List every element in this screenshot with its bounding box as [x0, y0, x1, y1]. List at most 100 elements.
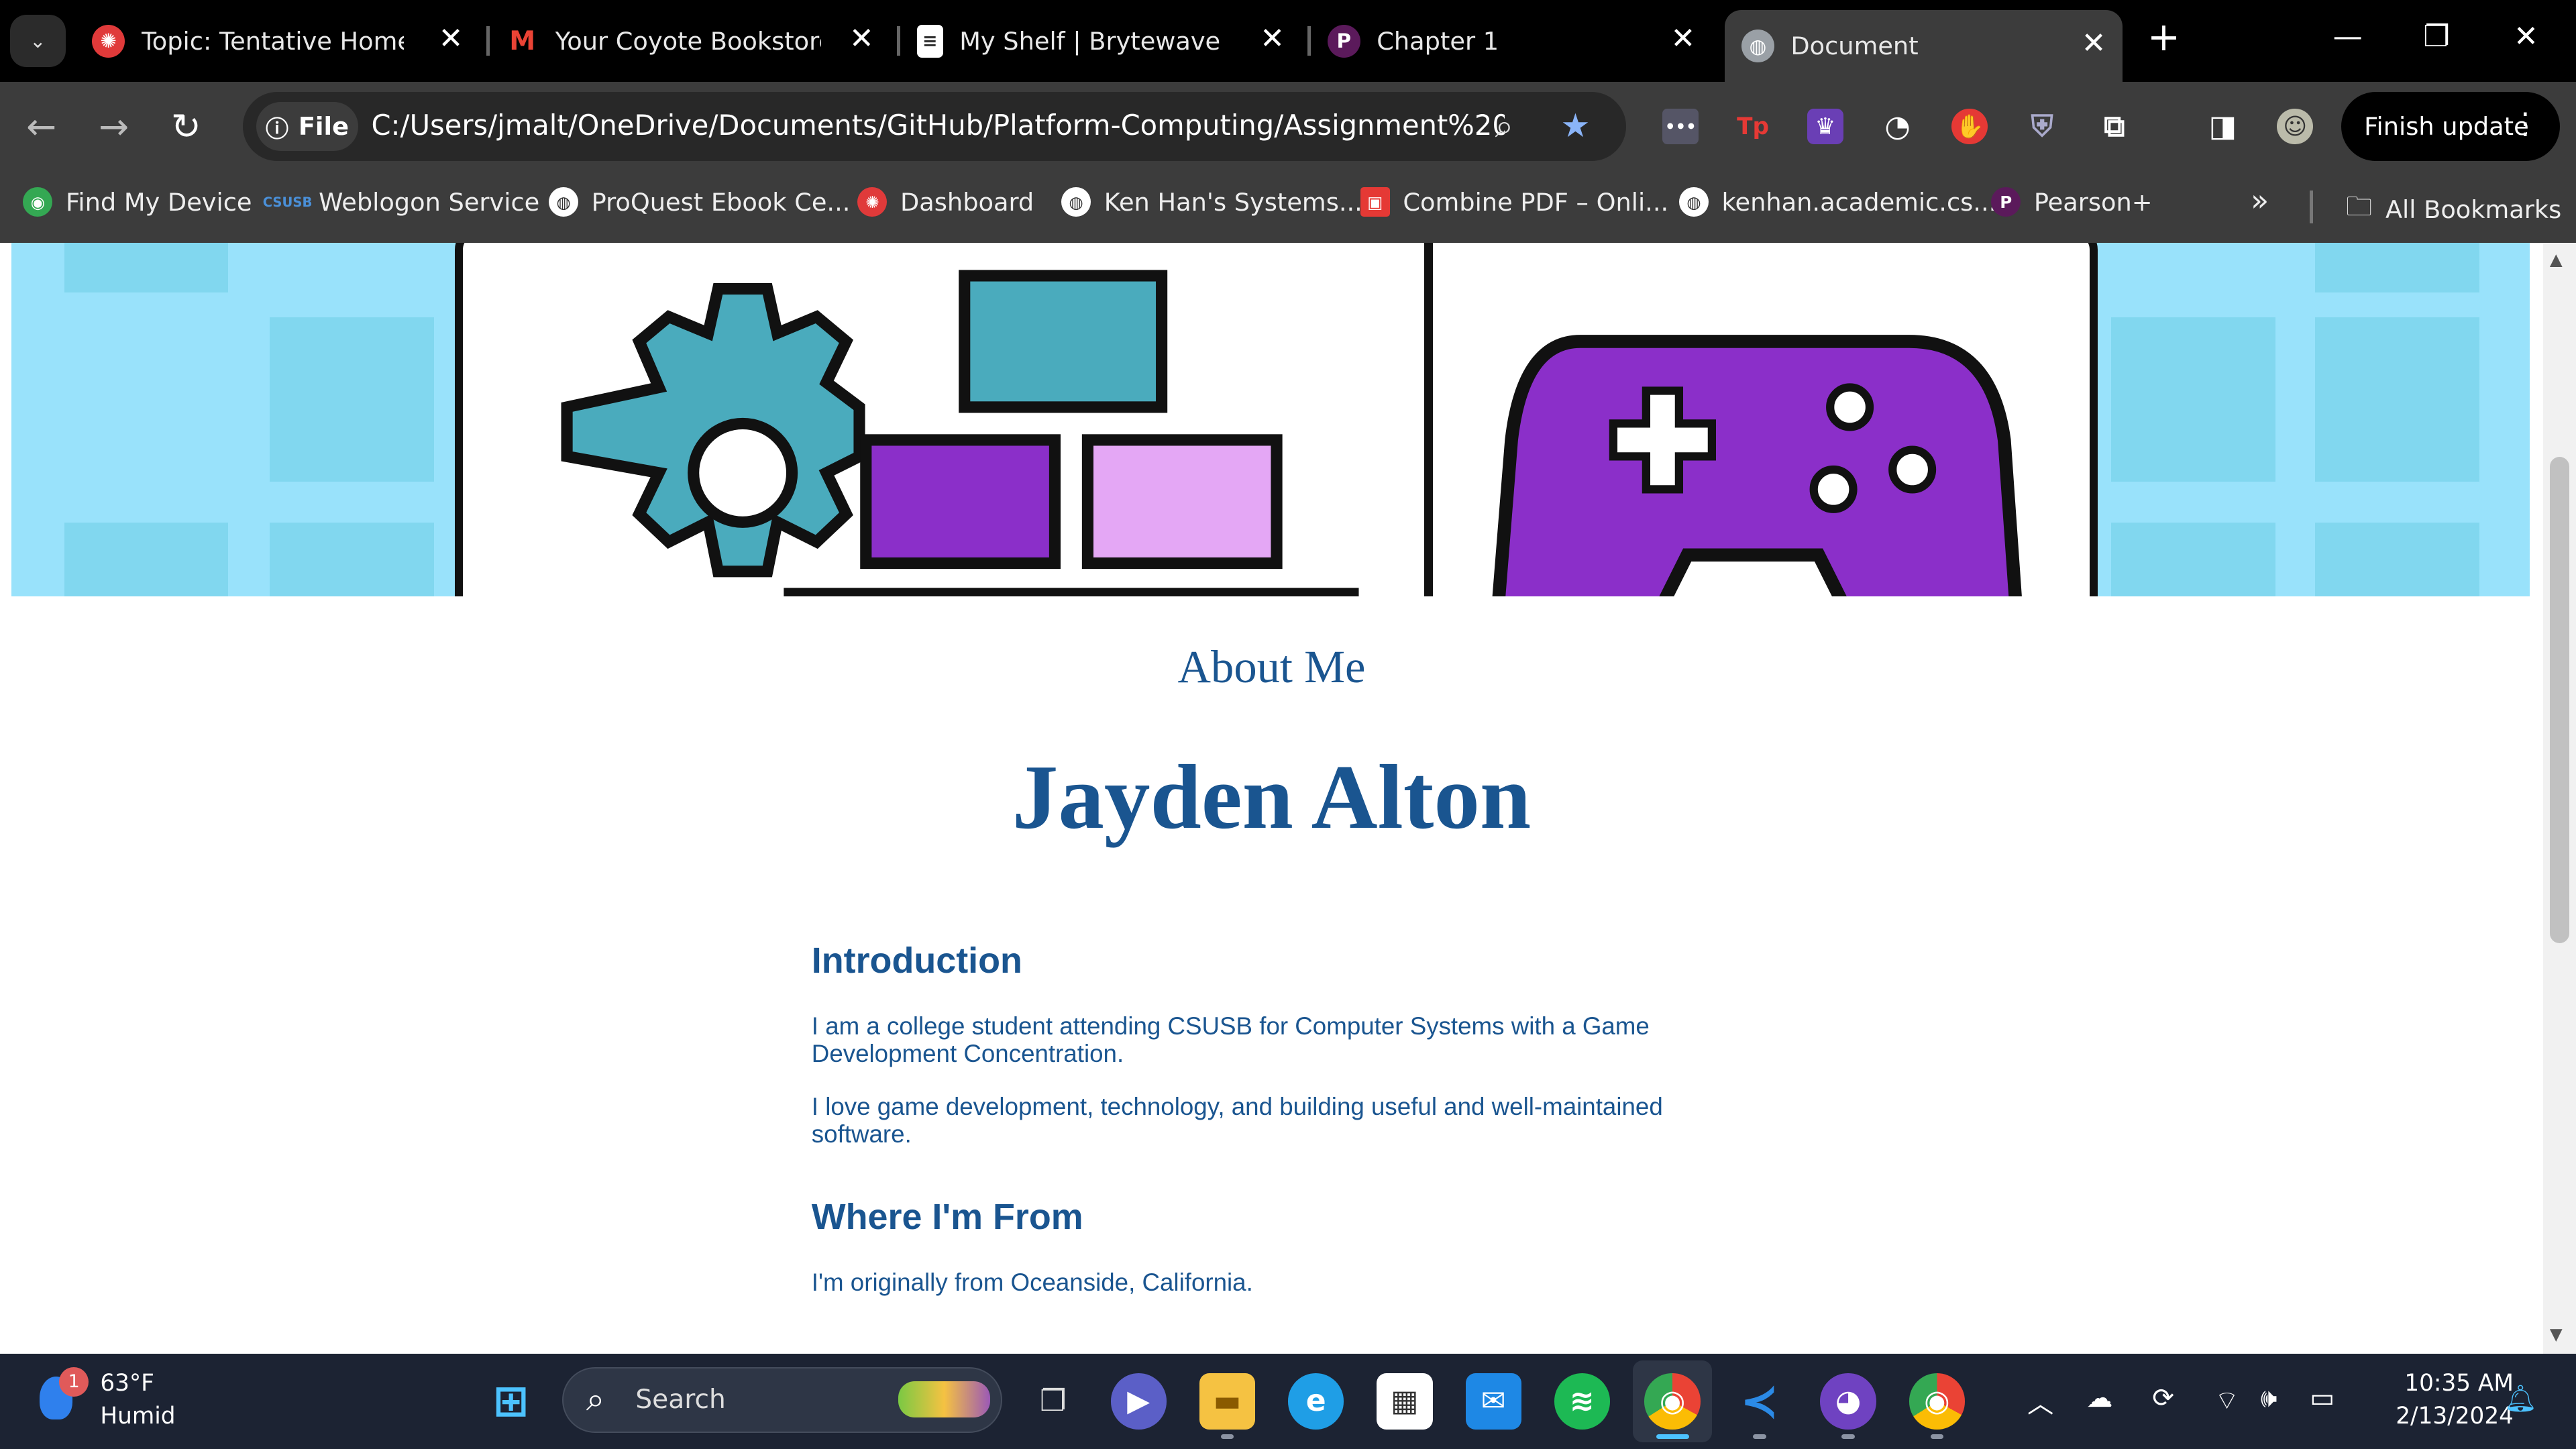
- close-window-icon[interactable]: ✕: [2514, 19, 2538, 54]
- running-indicator: [1753, 1434, 1766, 1440]
- teams-chat-icon[interactable]: ▶: [1110, 1373, 1167, 1430]
- microsoft-store-icon[interactable]: ▦: [1377, 1373, 1433, 1430]
- onedrive-icon[interactable]: ☁: [2086, 1383, 2112, 1413]
- minimize-icon[interactable]: —: [2333, 19, 2363, 54]
- bookmark-star-icon[interactable]: ★: [1561, 107, 1591, 145]
- trophy-extension-icon[interactable]: ♛: [1807, 108, 1843, 145]
- section-paragraph: I'm originally from Oceanside, Californi…: [811, 1268, 1253, 1296]
- back-icon[interactable]: ←: [26, 105, 56, 148]
- github-desktop-icon[interactable]: ◕: [1820, 1373, 1876, 1430]
- bookmark-kenhan-academic[interactable]: ◍ kenhan.academic.cs...: [1678, 187, 1997, 217]
- tab-divider: [897, 26, 901, 56]
- all-bookmarks-button[interactable]: 🗀 All Bookmarks: [2346, 187, 2561, 232]
- page-scrollbar[interactable]: ▲ ▼: [2543, 243, 2576, 1354]
- tab-search-button[interactable]: ⌄: [9, 15, 66, 68]
- banner-tile: [2314, 317, 2479, 482]
- search-label: Search: [635, 1385, 726, 1415]
- chevron-down-icon: ⌄: [30, 30, 46, 53]
- speedometer-extension-icon[interactable]: ◔: [1880, 109, 1916, 145]
- close-tab-icon[interactable]: ✕: [1260, 21, 1285, 56]
- kebab-menu-icon[interactable]: ⋮: [2510, 107, 2540, 141]
- weather-temp: 63°F: [100, 1369, 154, 1397]
- tab-title: Topic: Tentative Homewo: [141, 26, 405, 56]
- close-tab-icon[interactable]: ✕: [439, 21, 464, 56]
- volume-icon[interactable]: 🕪: [2261, 1383, 2277, 1413]
- battery-icon[interactable]: ▭: [2310, 1383, 2334, 1413]
- extension-dots-icon[interactable]: •••: [1662, 108, 1699, 145]
- edge-icon[interactable]: e: [1288, 1373, 1344, 1430]
- tab-divider: [1307, 26, 1311, 56]
- bookmark-label: kenhan.academic.cs...: [1721, 187, 1997, 217]
- stop-hand-extension-icon[interactable]: ✋: [1951, 108, 1988, 145]
- tab-title: Document: [1790, 32, 1919, 61]
- bookmark-proquest[interactable]: ◍ ProQuest Ebook Ce...: [548, 187, 851, 217]
- banner-tile: [64, 243, 229, 292]
- more-bookmarks-chevron-icon[interactable]: »: [2251, 184, 2269, 218]
- forward-icon[interactable]: →: [99, 105, 129, 148]
- vscode-icon[interactable]: ≺: [1731, 1373, 1787, 1429]
- banner-panel-divider: [1424, 243, 1433, 596]
- wifi-icon[interactable]: ⌔: [2214, 1383, 2239, 1417]
- close-tab-icon[interactable]: ✕: [2082, 26, 2106, 60]
- weather-widget[interactable]: 1 63°F Humid: [33, 1354, 213, 1449]
- gear-blocks-icon: [561, 270, 1359, 596]
- search-highlight-icon: [898, 1381, 991, 1417]
- restore-icon[interactable]: ❐: [2423, 19, 2450, 54]
- scrollbar-thumb[interactable]: [2549, 456, 2570, 943]
- search-icon: ⌕: [586, 1379, 605, 1418]
- bookmark-find-my-device[interactable]: ◉ Find My Device: [23, 187, 252, 217]
- tab-canvas-homework[interactable]: ✺ Topic: Tentative Homewo ✕: [92, 10, 480, 72]
- section-paragraph: I love game development, technology, and…: [811, 1092, 1663, 1148]
- running-indicator: [1220, 1434, 1234, 1440]
- url-text[interactable]: C:/Users/jmalt/OneDrive/Documents/GitHub…: [371, 109, 1505, 142]
- bookmark-pearson-plus[interactable]: P Pearson+: [1991, 187, 2153, 217]
- side-panel-icon[interactable]: ◨: [2205, 109, 2241, 145]
- new-tab-button[interactable]: +: [2147, 13, 2180, 60]
- chrome-profile-icon[interactable]: ◉: [1909, 1373, 1965, 1430]
- bookmark-label: Find My Device: [65, 187, 252, 217]
- bookmark-weblogon[interactable]: CSUSB Weblogon Service: [263, 187, 540, 217]
- mail-icon[interactable]: ✉: [1465, 1373, 1521, 1430]
- shield-extension-icon[interactable]: ⛨: [2024, 109, 2060, 145]
- address-bar[interactable]: ⓘ File C:/Users/jmalt/OneDrive/Documents…: [243, 92, 1627, 161]
- tab-brytewave[interactable]: ≡ My Shelf | Brytewave eRe ✕: [916, 10, 1301, 72]
- bookmark-divider: [2310, 191, 2314, 224]
- tp-extension-icon[interactable]: Tp: [1735, 109, 1771, 145]
- page-viewport: About Me Jayden Alton Introduction I am …: [0, 243, 2544, 1354]
- canvas-icon: ✺: [92, 24, 125, 58]
- scroll-up-icon[interactable]: ▲: [2550, 250, 2563, 269]
- bookmark-combine-pdf[interactable]: ▣ Combine PDF – Onli...: [1360, 187, 1668, 217]
- taskbar-search[interactable]: ⌕ Search: [561, 1366, 1002, 1433]
- clock[interactable]: 10:35 AM 2/13/2024: [2366, 1367, 2514, 1433]
- bookmark-dashboard[interactable]: ✺ Dashboard: [857, 187, 1034, 217]
- site-info-button[interactable]: ⓘ File: [256, 101, 358, 152]
- pdf-icon: ▣: [1360, 187, 1390, 217]
- windows-start-icon[interactable]: ⊞: [483, 1373, 539, 1429]
- tab-title: Your Coyote Bookstore o: [555, 26, 822, 56]
- close-tab-icon[interactable]: ✕: [1670, 21, 1695, 56]
- notification-bell-icon[interactable]: 🔔︎: [2504, 1383, 2537, 1414]
- zoom-icon[interactable]: ⌕: [1495, 107, 1513, 146]
- tab-gmail-bookstore[interactable]: M Your Coyote Bookstore o ✕: [506, 10, 890, 72]
- chrome-icon[interactable]: ◉: [1644, 1373, 1701, 1430]
- puzzle-extensions-icon[interactable]: ⧉: [2096, 109, 2133, 145]
- reload-icon[interactable]: ↻: [171, 105, 201, 148]
- tab-document[interactable]: ◍ Document ✕: [1725, 9, 2123, 83]
- bookmark-label: Ken Han's Systems...: [1104, 187, 1362, 217]
- sync-icon[interactable]: ⟳: [2152, 1383, 2174, 1413]
- profile-avatar-icon[interactable]: ☺: [2277, 108, 2314, 145]
- tray-overflow-chevron-icon[interactable]: ︿: [2027, 1383, 2053, 1421]
- tab-chapter-1[interactable]: P Chapter 1 ✕: [1327, 10, 1712, 72]
- spotify-icon[interactable]: ≋: [1554, 1373, 1611, 1430]
- globe-icon: ◍: [548, 187, 579, 217]
- file-explorer-icon[interactable]: ▬: [1199, 1373, 1256, 1430]
- clock-time: 10:35 AM: [2404, 1369, 2514, 1397]
- find-device-icon: ◉: [23, 187, 53, 217]
- scroll-down-icon[interactable]: ▼: [2550, 1324, 2563, 1344]
- finish-update-button[interactable]: Finish update ⋮: [2341, 92, 2560, 161]
- bookmark-ken-han-systems[interactable]: ◍ Ken Han's Systems...: [1061, 187, 1362, 217]
- bookmark-label: ProQuest Ebook Ce...: [591, 187, 851, 217]
- gmail-icon: M: [509, 25, 536, 56]
- close-tab-icon[interactable]: ✕: [849, 21, 874, 56]
- task-view-icon[interactable]: ❐: [1025, 1373, 1081, 1429]
